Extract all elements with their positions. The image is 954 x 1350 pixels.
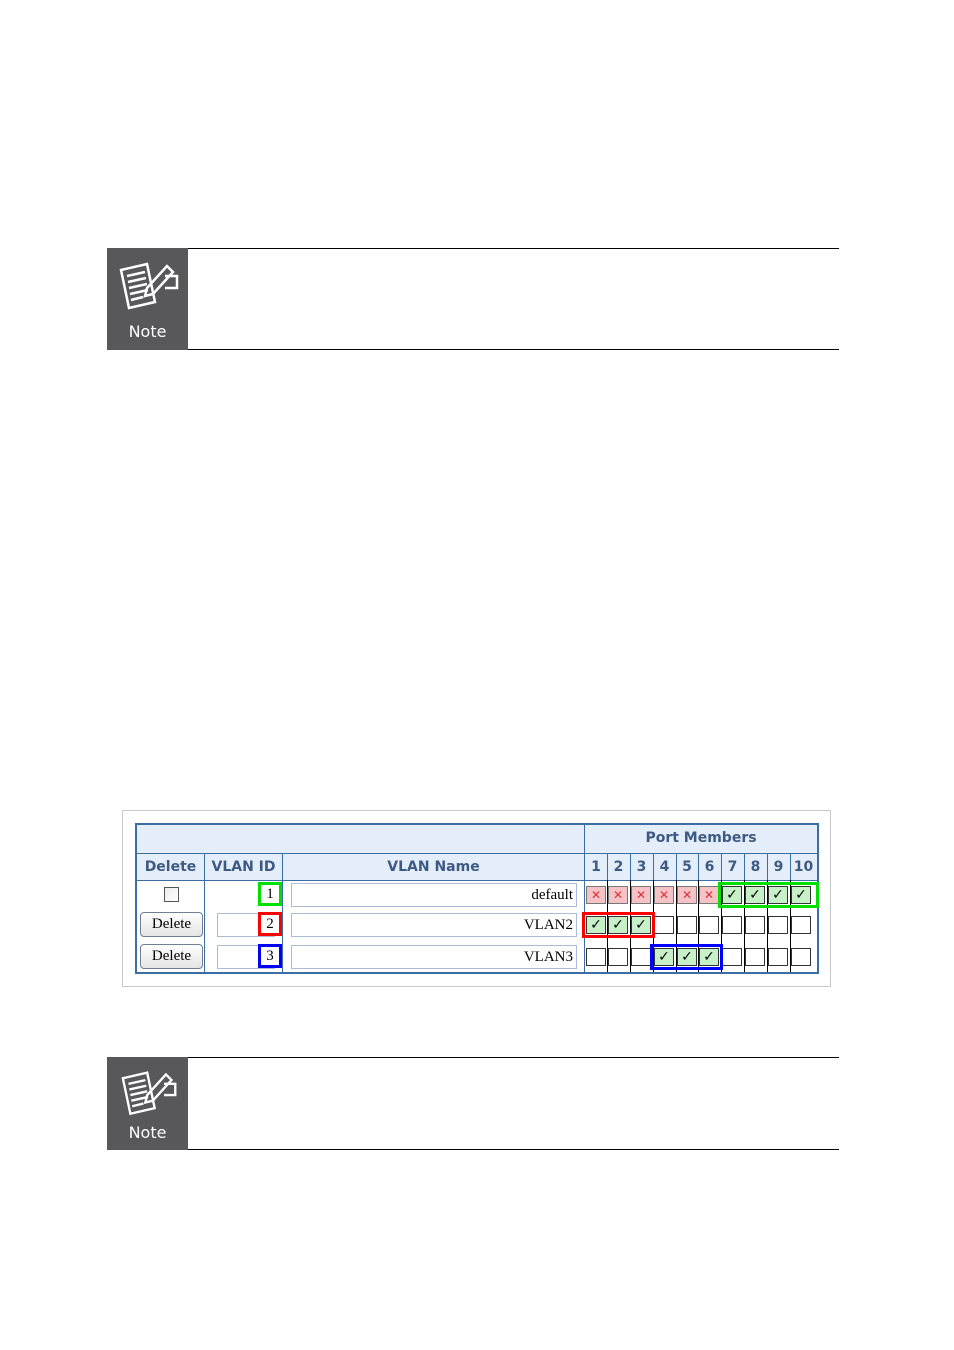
delete-button[interactable]: Delete: [140, 912, 203, 937]
delete-checkbox[interactable]: [164, 887, 179, 902]
note-label: Note: [128, 1123, 167, 1142]
port-member-cell[interactable]: [791, 916, 811, 934]
grid-line: [676, 853, 677, 880]
port-header-7: 7: [721, 854, 744, 880]
port-member-check-icon[interactable]: ✓: [722, 886, 742, 904]
vlan-membership-table: Port Members Delete VLAN ID VLAN Name 1 2 3 4 5 6…: [135, 823, 819, 974]
port-member-cell[interactable]: [654, 916, 674, 934]
note-rule-top: [188, 248, 839, 249]
port-member-cell[interactable]: [768, 916, 788, 934]
note-icon-box: Note: [107, 248, 188, 350]
port-member-check-icon[interactable]: ✓: [745, 886, 765, 904]
note-rule-bottom: [188, 1149, 839, 1150]
port-member-cell[interactable]: [745, 948, 765, 966]
port-header-5: 5: [676, 854, 698, 880]
note-pencil-icon: [121, 1071, 177, 1116]
vlan-id-value[interactable]: 3: [258, 944, 282, 968]
vlan-id-value[interactable]: 2: [258, 912, 282, 936]
port-member-check-icon[interactable]: ✓: [791, 886, 811, 904]
port-members-header: Port Members: [585, 825, 817, 853]
port-member-check-icon[interactable]: ✓: [631, 916, 651, 934]
vlan-name-column-header: VLAN Name: [283, 854, 584, 880]
note-pencil-icon: [119, 262, 179, 310]
port-member-cell[interactable]: [586, 948, 606, 966]
port-member-check-icon[interactable]: ✓: [586, 916, 606, 934]
vlan-name-input[interactable]: VLAN2: [291, 913, 577, 937]
grid-line: [584, 825, 585, 972]
grid-line: [137, 853, 817, 854]
delete-column-header: Delete: [137, 854, 204, 880]
port-header-3: 3: [630, 854, 653, 880]
port-member-forbidden-icon[interactable]: ✕: [631, 886, 651, 904]
note-rule-top: [188, 1057, 839, 1058]
note-icon-box: Note: [107, 1057, 188, 1150]
grid-line: [744, 853, 745, 880]
grid-line: [790, 853, 791, 880]
port-member-check-icon[interactable]: ✓: [768, 886, 788, 904]
grid-line: [767, 853, 768, 880]
vlan-id-value: 1: [258, 882, 282, 906]
table-header-blank: [137, 825, 584, 853]
port-header-6: 6: [698, 854, 721, 880]
port-member-cell[interactable]: [768, 948, 788, 966]
port-member-forbidden-icon[interactable]: ✕: [677, 886, 697, 904]
port-member-forbidden-icon[interactable]: ✕: [586, 886, 606, 904]
port-header-9: 9: [767, 854, 790, 880]
note-rule-bottom: [188, 349, 839, 350]
grid-line: [721, 853, 722, 880]
vlan-id-column-header: VLAN ID: [205, 854, 282, 880]
port-member-check-icon[interactable]: ✓: [699, 948, 719, 966]
port-member-cell[interactable]: [608, 948, 628, 966]
port-member-check-icon[interactable]: ✓: [677, 948, 697, 966]
note-label: Note: [128, 322, 167, 341]
port-member-cell[interactable]: [791, 948, 811, 966]
port-header-8: 8: [744, 854, 767, 880]
port-member-forbidden-icon[interactable]: ✕: [699, 886, 719, 904]
delete-button[interactable]: Delete: [140, 944, 203, 969]
port-member-cell[interactable]: [722, 948, 742, 966]
grid-line: [698, 853, 699, 880]
note-block: Note: [107, 1057, 839, 1150]
port-member-forbidden-icon[interactable]: ✕: [608, 886, 628, 904]
note-block: Note: [107, 248, 839, 350]
grid-line: [653, 853, 654, 880]
grid-line: [204, 853, 205, 974]
port-member-cell[interactable]: [699, 916, 719, 934]
port-member-check-icon[interactable]: ✓: [654, 948, 674, 966]
port-header-10: 10: [790, 854, 817, 880]
vlan-name-input[interactable]: default: [291, 883, 577, 907]
port-header-4: 4: [653, 854, 676, 880]
port-header-2: 2: [607, 854, 630, 880]
grid-line: [607, 853, 608, 880]
port-member-cell[interactable]: [722, 916, 742, 934]
grid-line: [282, 853, 283, 974]
grid-line: [137, 880, 817, 881]
port-header-1: 1: [585, 854, 607, 880]
port-member-cell[interactable]: [631, 948, 651, 966]
vlan-name-input[interactable]: VLAN3: [291, 945, 577, 969]
port-member-check-icon[interactable]: ✓: [608, 916, 628, 934]
port-member-cell[interactable]: [745, 916, 765, 934]
port-member-forbidden-icon[interactable]: ✕: [654, 886, 674, 904]
port-member-cell[interactable]: [677, 916, 697, 934]
grid-line: [630, 853, 631, 880]
